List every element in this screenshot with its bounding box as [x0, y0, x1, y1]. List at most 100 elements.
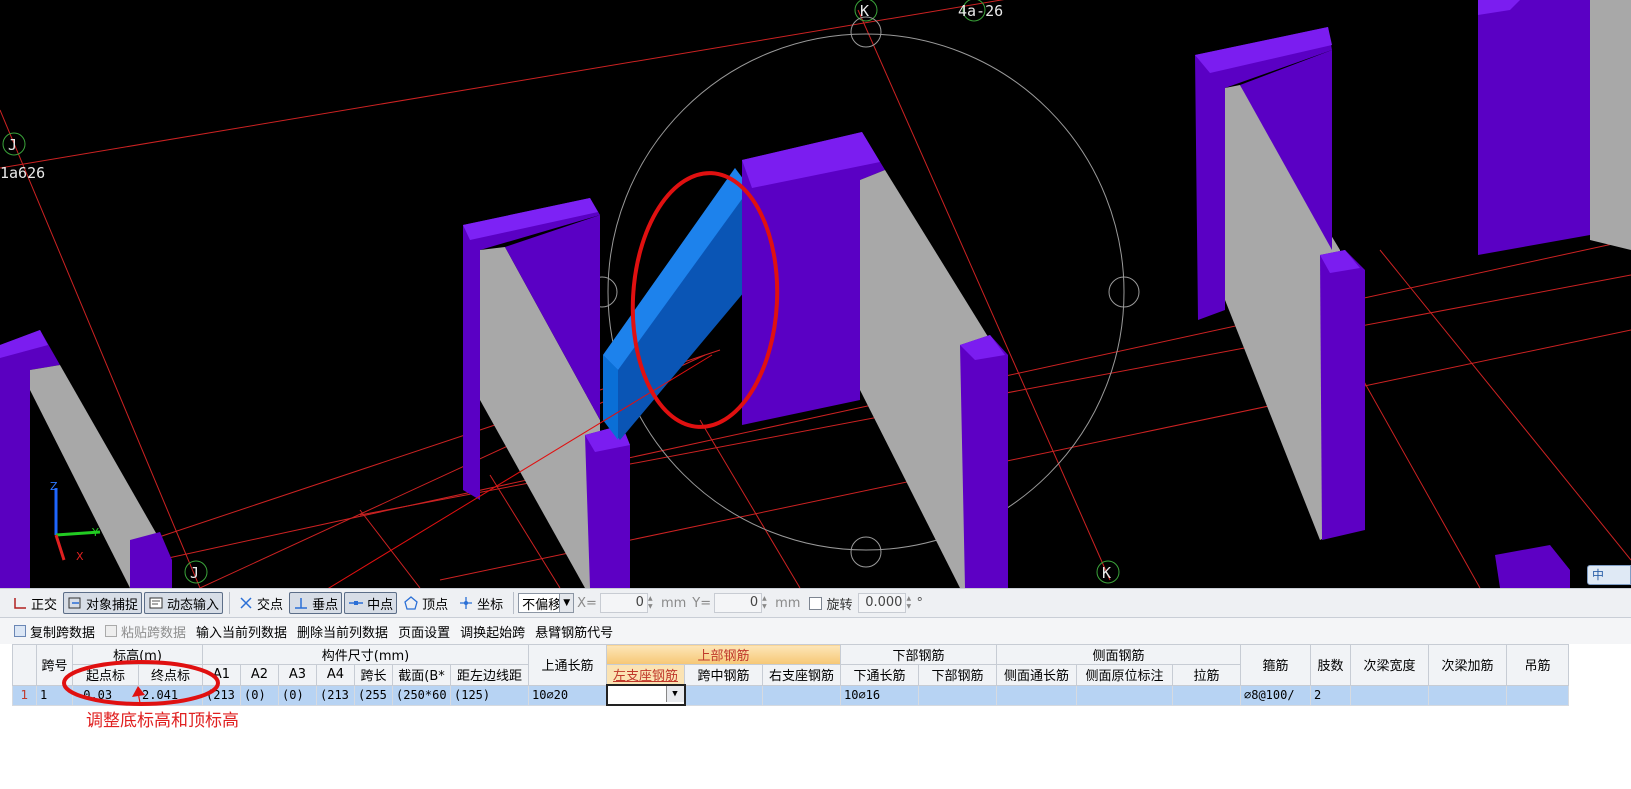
- cell-side-in-situ[interactable]: [1076, 684, 1173, 706]
- x-spinner[interactable]: ▲ ▼: [648, 593, 656, 613]
- cell-right-support[interactable]: [762, 684, 841, 706]
- x-coord-label: X=: [577, 595, 597, 611]
- dynamic-input-label: 动态输入: [167, 597, 220, 613]
- cell-a4[interactable]: (213: [316, 684, 355, 706]
- column-3[interactable]: [742, 132, 1008, 588]
- cantilever-code-button[interactable]: 悬臂钢筋代号: [535, 622, 613, 641]
- header-top-through[interactable]: 上通长筋: [528, 644, 607, 686]
- cell-span[interactable]: 1: [36, 684, 73, 706]
- header-edge-dist[interactable]: 距左边线距: [450, 664, 529, 686]
- offset-mode-select[interactable]: 不偏移 ▼: [518, 593, 575, 613]
- coordinate-snap-toggle[interactable]: 坐标: [454, 592, 507, 614]
- row-number[interactable]: 1: [12, 684, 37, 706]
- object-snap-toggle[interactable]: 对象捕捉: [63, 592, 143, 614]
- cell-top-through[interactable]: 10⌀20: [528, 684, 607, 706]
- header-tie-bar[interactable]: 拉筋: [1172, 664, 1241, 686]
- axis-label-k-bottom: K: [1102, 564, 1111, 582]
- view-mode-indicator[interactable]: 中: [1587, 565, 1631, 585]
- ortho-toggle[interactable]: 正交: [8, 592, 61, 614]
- cell-end-elev[interactable]: 2.041: [138, 684, 203, 706]
- cell-a3[interactable]: (0): [278, 684, 317, 706]
- copy-span-button[interactable]: 复制跨数据: [14, 622, 95, 641]
- x-coord-input[interactable]: 0: [599, 593, 648, 613]
- cell-a2[interactable]: (0): [240, 684, 279, 706]
- cell-start-elev[interactable]: -0.03: [72, 684, 139, 706]
- header-elevation[interactable]: 标高(m): [72, 644, 203, 665]
- header-stirrup[interactable]: 箍筋: [1240, 644, 1311, 686]
- cell-edge-dist[interactable]: (125): [450, 684, 529, 706]
- 3d-viewport[interactable]: K J J K 4a-26 1a626 Z Y X 中: [0, 0, 1631, 588]
- header-bottom-rebar[interactable]: 下部钢筋: [840, 644, 997, 665]
- header-bottom-through[interactable]: 下通长筋: [840, 664, 919, 686]
- selected-beam[interactable]: [603, 168, 750, 440]
- input-column-button[interactable]: 输入当前列数据: [196, 622, 287, 641]
- header-section[interactable]: 截面(B*: [392, 664, 451, 686]
- snap-toolbar: 正交 对象捕捉 动态输入 交点 垂点 中点 顶点 坐标 不偏移 ▼ X= 0 ▲…: [0, 588, 1631, 618]
- cell-sec-beam-add[interactable]: [1428, 684, 1507, 706]
- perpendicular-snap-toggle[interactable]: 垂点: [289, 592, 343, 614]
- cell-section[interactable]: (250*60: [392, 684, 451, 706]
- header-sec-beam-width[interactable]: 次梁宽度: [1350, 644, 1429, 686]
- intersection-icon: [238, 596, 254, 610]
- midpoint-icon: [348, 596, 364, 610]
- rotate-checkbox[interactable]: [809, 596, 823, 610]
- header-side-through[interactable]: 侧面通长筋: [996, 664, 1077, 686]
- gizmo-x-label: X: [76, 550, 84, 563]
- span-table: 跨号 标高(m) 构件尺寸(mm) 上通长筋 上部钢筋 下部钢筋 侧面钢筋 箍筋…: [12, 644, 1569, 706]
- y-coord-input[interactable]: 0: [714, 593, 763, 613]
- paste-span-label: 粘贴跨数据: [121, 625, 187, 641]
- header-legs[interactable]: 肢数: [1310, 644, 1351, 686]
- axis-label-j-bottom: J: [190, 564, 199, 582]
- header-bottom-bar[interactable]: 下部钢筋: [918, 664, 997, 686]
- gizmo-y-label: Y: [91, 526, 99, 539]
- vertex-snap-toggle[interactable]: 顶点: [399, 592, 452, 614]
- cell-left-support-editor[interactable]: ▼: [605, 684, 686, 706]
- column-4[interactable]: [1195, 27, 1365, 540]
- rotate-angle-input[interactable]: 0.000: [858, 593, 907, 613]
- cell-bottom-bar[interactable]: [918, 684, 997, 706]
- cell-stirrup[interactable]: ⌀8@100/: [1240, 684, 1311, 706]
- cell-side-through[interactable]: [996, 684, 1077, 706]
- cell-span-len[interactable]: (255: [354, 684, 393, 706]
- header-left-support[interactable]: 左支座钢筋: [606, 664, 685, 686]
- page-setup-label: 页面设置: [398, 625, 451, 641]
- header-a4[interactable]: A4: [316, 664, 355, 686]
- header-right-support[interactable]: 右支座钢筋: [762, 664, 841, 686]
- header-mid-span[interactable]: 跨中钢筋: [684, 664, 763, 686]
- header-span-len[interactable]: 跨长: [354, 664, 393, 686]
- column-5[interactable]: [1478, 0, 1631, 588]
- rotate-spinner[interactable]: ▲ ▼: [906, 593, 914, 613]
- page-setup-button[interactable]: 页面设置: [398, 622, 450, 641]
- swap-start-span-button[interactable]: 调换起始跨: [460, 622, 525, 641]
- header-a2[interactable]: A2: [240, 664, 279, 686]
- table-row[interactable]: 1 1 -0.03 2.041 (213 (0) (0) (213 (255 (…: [12, 684, 1569, 706]
- cell-hanger[interactable]: [1506, 684, 1569, 706]
- header-span-no[interactable]: 跨号: [36, 644, 73, 686]
- intersection-snap-toggle[interactable]: 交点: [234, 592, 287, 614]
- midpoint-snap-toggle[interactable]: 中点: [344, 592, 398, 614]
- header-sec-beam-add[interactable]: 次梁加筋: [1428, 644, 1507, 686]
- chevron-down-icon[interactable]: ▼: [665, 687, 683, 702]
- header-start-elev[interactable]: 起点标: [72, 664, 139, 686]
- paste-span-button[interactable]: 粘贴跨数据: [105, 622, 186, 641]
- cell-legs[interactable]: 2: [1310, 684, 1351, 706]
- header-a3[interactable]: A3: [278, 664, 317, 686]
- cell-a1[interactable]: (213: [202, 684, 241, 706]
- cell-mid-span[interactable]: [684, 684, 763, 706]
- dynamic-input-toggle[interactable]: 动态输入: [144, 592, 224, 614]
- y-spinner[interactable]: ▲ ▼: [762, 593, 770, 613]
- header-hanger[interactable]: 吊筋: [1506, 644, 1569, 686]
- header-side-in-situ[interactable]: 侧面原位标注: [1076, 664, 1173, 686]
- header-side-rebar[interactable]: 侧面钢筋: [996, 644, 1241, 665]
- header-end-elev[interactable]: 终点标: [138, 664, 203, 686]
- span-data-grid: 跨号 标高(m) 构件尺寸(mm) 上通长筋 上部钢筋 下部钢筋 侧面钢筋 箍筋…: [12, 644, 1631, 789]
- header-dimensions[interactable]: 构件尺寸(mm): [202, 644, 529, 665]
- delete-column-button[interactable]: 删除当前列数据: [297, 622, 388, 641]
- object-snap-label: 对象捕捉: [86, 597, 139, 613]
- delete-column-label: 删除当前列数据: [297, 625, 389, 641]
- header-top-rebar[interactable]: 上部钢筋: [606, 644, 841, 665]
- header-a1[interactable]: A1: [202, 664, 241, 686]
- cell-tie-bar[interactable]: [1172, 684, 1241, 706]
- cell-bottom-through[interactable]: 10⌀16: [840, 684, 919, 706]
- cell-sec-beam-width[interactable]: [1350, 684, 1429, 706]
